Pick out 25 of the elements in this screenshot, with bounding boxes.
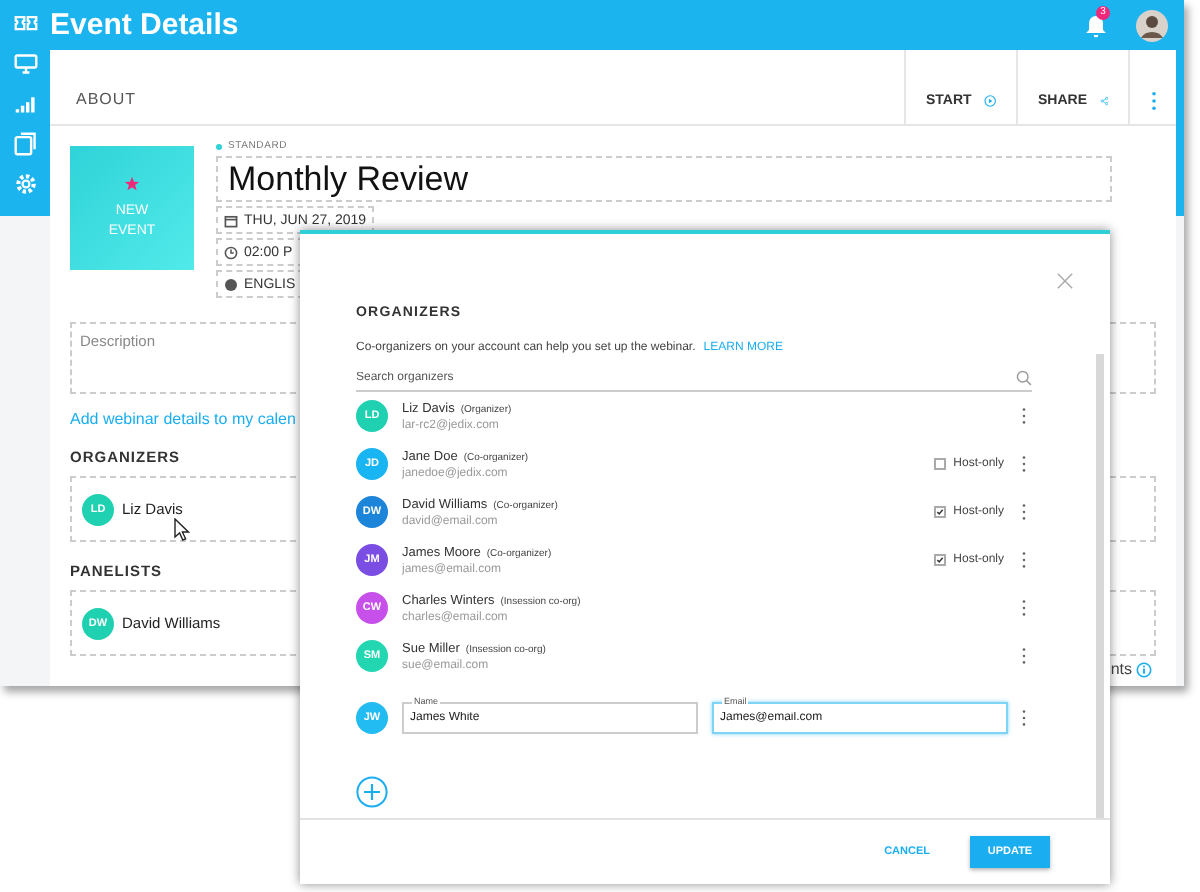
- monitor-icon[interactable]: [13, 52, 37, 76]
- host-only-checkbox[interactable]: [933, 458, 946, 470]
- scrollbar[interactable]: [1096, 354, 1104, 818]
- host-only-checkbox[interactable]: [933, 506, 946, 518]
- section-title: ABOUT: [74, 88, 139, 112]
- clock-icon: [224, 245, 238, 259]
- settings-icon[interactable]: [13, 172, 37, 196]
- calendar-icon: [224, 213, 238, 227]
- tickets-icon[interactable]: [13, 12, 37, 36]
- documents-icon[interactable]: [13, 132, 37, 156]
- search-icon[interactable]: [1016, 370, 1032, 386]
- bar-chart-icon[interactable]: [13, 92, 37, 116]
- page-title: Event Details: [50, 8, 241, 42]
- share-icon: [1099, 92, 1108, 110]
- user-avatar[interactable]: [1136, 9, 1168, 41]
- title-field[interactable]: Monthly Review: [216, 156, 1112, 202]
- mouse-cursor-icon: [174, 518, 190, 542]
- footer-text: nts: [1110, 660, 1132, 678]
- star-icon: [124, 175, 140, 191]
- add-icon[interactable]: [356, 776, 388, 808]
- bell-icon[interactable]: [1084, 13, 1108, 37]
- close-icon[interactable]: [1056, 272, 1074, 290]
- play-icon: [983, 92, 996, 110]
- info-icon[interactable]: [1136, 661, 1152, 677]
- host-only-checkbox[interactable]: [933, 554, 946, 566]
